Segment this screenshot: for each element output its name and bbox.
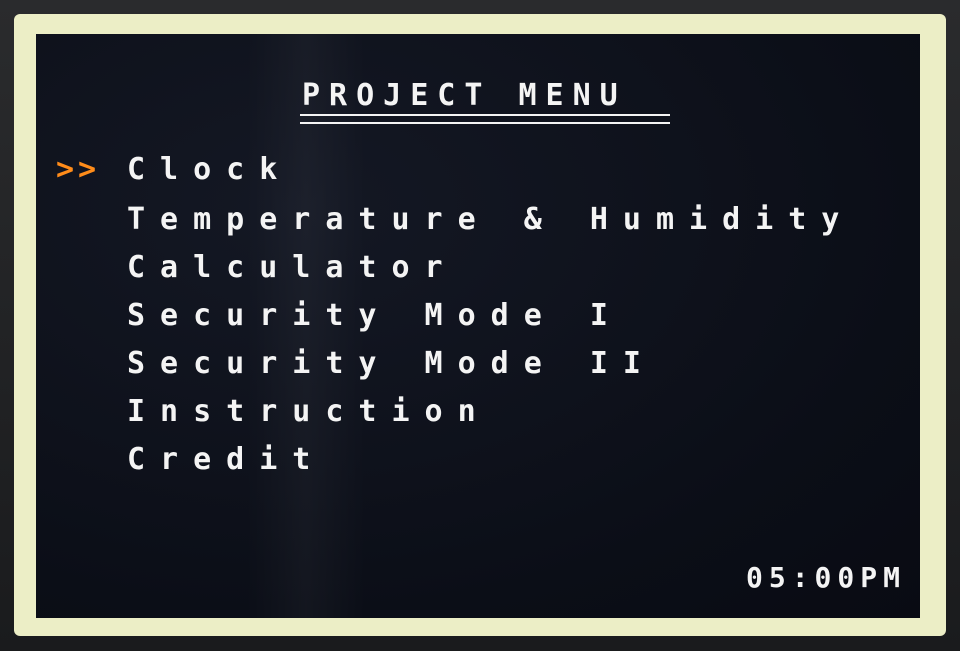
- selection-cursor-icon: >>: [56, 152, 101, 187]
- menu-item-temperature-humidity[interactable]: Temperature & Humidity: [127, 202, 854, 238]
- clock-time: 05:00PM: [745, 561, 906, 594]
- menu-item-clock[interactable]: Clock: [127, 152, 292, 188]
- page-title: PROJECT MENU: [302, 78, 627, 113]
- menu-item-calculator[interactable]: Calculator: [127, 250, 458, 286]
- menu-item-instruction[interactable]: Instruction: [127, 394, 491, 430]
- menu-item-credit[interactable]: Credit: [127, 442, 325, 478]
- menu-item-security-mode-1[interactable]: Security Mode I: [127, 298, 623, 334]
- menu-item-security-mode-2[interactable]: Security Mode II: [127, 346, 656, 382]
- title-underline: [300, 114, 670, 124]
- device: PROJECT MENU >> Clock Temperature & Humi…: [0, 0, 960, 651]
- lcd-screen: PROJECT MENU >> Clock Temperature & Humi…: [36, 34, 920, 618]
